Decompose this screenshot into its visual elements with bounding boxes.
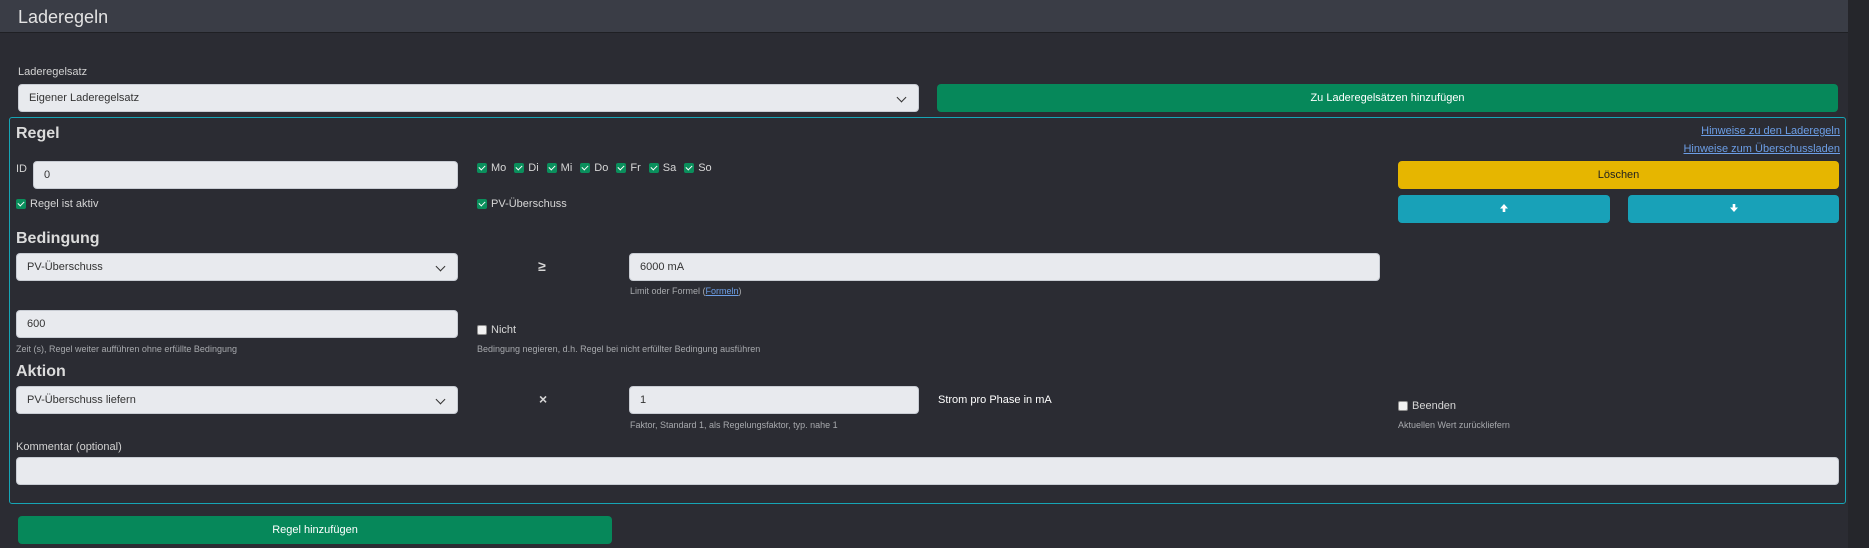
weekday-label: Mo: [491, 162, 507, 174]
comment-label: Kommentar (optional): [16, 441, 122, 453]
weekday-checkbox-mi[interactable]: Mi: [546, 162, 573, 174]
link-surplus-hints[interactable]: Hinweise zum Überschussladen: [1683, 143, 1840, 155]
condition-limit-help-text: Limit oder Formel (: [630, 286, 706, 296]
condition-time-help: Zeit (s), Regel weiter aufführen ohne er…: [16, 344, 237, 354]
condition-limit-value: 6000 mA: [640, 261, 685, 273]
negate-help: Bedingung negieren, d.h. Regel bei nicht…: [477, 344, 761, 354]
condition-time-value: 600: [27, 318, 46, 330]
condition-limit-help: Limit oder Formel (Formeln): [630, 286, 742, 296]
checkbox-checked-icon[interactable]: [16, 199, 26, 209]
id-label: ID: [16, 163, 27, 175]
checkbox-unchecked-icon[interactable]: [1398, 401, 1408, 411]
action-heading: Aktion: [16, 363, 66, 380]
rule-active-label: Regel ist aktiv: [30, 198, 99, 210]
weekday-checkbox-so[interactable]: So: [684, 162, 712, 174]
condition-select[interactable]: PV-Überschuss: [16, 253, 458, 281]
greater-equal-icon: ≥: [538, 258, 546, 274]
condition-heading: Bedingung: [16, 230, 100, 247]
action-select[interactable]: PV-Überschuss liefern: [16, 386, 458, 414]
comment-input[interactable]: [16, 457, 1839, 485]
id-input-value: 0: [44, 169, 51, 181]
pv-surplus-label: PV-Überschuss: [491, 198, 567, 210]
move-down-button[interactable]: [1628, 195, 1839, 223]
action-unit-label: Strom pro Phase in mA: [938, 394, 1052, 406]
condition-limit-help-end: ): [738, 286, 742, 296]
end-help: Aktuellen Wert zurückliefern: [1398, 420, 1510, 430]
weekday-label: So: [698, 162, 712, 174]
id-input[interactable]: 0: [33, 161, 458, 189]
condition-select-value: PV-Überschuss: [27, 261, 103, 273]
pv-surplus-checkbox[interactable]: PV-Überschuss: [477, 198, 567, 210]
formulas-link[interactable]: Formeln: [706, 286, 739, 296]
multiply-icon: ×: [539, 391, 548, 407]
weekday-label: Do: [594, 162, 609, 174]
action-select-value: PV-Überschuss liefern: [27, 394, 136, 406]
checkbox-checked-icon[interactable]: [546, 163, 557, 173]
weekday-checkbox-di[interactable]: Di: [514, 162, 539, 174]
link-rules-hints[interactable]: Hinweise zu den Laderegeln: [1701, 125, 1840, 137]
weekday-checkboxes: Mo Di Mi Do Fr Sa So: [477, 162, 720, 174]
add-to-rulesets-button[interactable]: Zu Laderegelsätzen hinzufügen: [937, 84, 1838, 112]
checkbox-unchecked-icon[interactable]: [477, 325, 487, 335]
weekday-checkbox-fr[interactable]: Fr: [616, 162, 641, 174]
link-surplus-hints-text[interactable]: Hinweise zum Überschussladen: [1683, 143, 1840, 155]
page-header: Laderegeln: [0, 0, 1848, 33]
link-rules-hints-text[interactable]: Hinweise zu den Laderegeln: [1701, 125, 1840, 137]
page-title: Laderegeln: [18, 7, 109, 27]
end-label: Beenden: [1412, 400, 1457, 412]
ruleset-select[interactable]: Eigener Laderegelsatz: [18, 84, 919, 112]
delete-button[interactable]: Löschen: [1398, 161, 1839, 189]
negate-label: Nicht: [491, 324, 517, 336]
add-to-rulesets-label: Zu Laderegelsätzen hinzufügen: [1310, 92, 1465, 104]
weekday-label: Fr: [630, 162, 641, 174]
checkbox-checked-icon[interactable]: [477, 163, 487, 173]
ruleset-label: Laderegelsatz: [18, 66, 88, 78]
scrollbar-track[interactable]: [1848, 0, 1869, 548]
add-rule-button[interactable]: Regel hinzufügen: [18, 516, 612, 544]
condition-limit-input[interactable]: 6000 mA: [629, 253, 1380, 281]
checkbox-checked-icon[interactable]: [477, 199, 487, 209]
weekday-checkbox-mo[interactable]: Mo: [477, 162, 506, 174]
checkbox-checked-icon[interactable]: [684, 163, 695, 173]
action-factor-value: 1: [640, 394, 647, 406]
arrow-down-icon: [1729, 203, 1739, 216]
move-up-button[interactable]: [1398, 195, 1610, 223]
rule-active-checkbox[interactable]: Regel ist aktiv: [16, 198, 98, 210]
rule-heading: Regel: [16, 125, 60, 142]
arrow-up-icon: [1499, 203, 1509, 216]
end-checkbox[interactable]: Beenden: [1398, 400, 1456, 412]
delete-button-label: Löschen: [1597, 169, 1640, 181]
checkbox-checked-icon[interactable]: [648, 163, 659, 173]
weekday-checkbox-sa[interactable]: Sa: [648, 162, 677, 174]
weekday-label: Mi: [560, 162, 573, 174]
ruleset-select-value: Eigener Laderegelsatz: [29, 92, 140, 104]
negate-checkbox[interactable]: Nicht: [477, 324, 516, 336]
weekday-label: Sa: [662, 162, 677, 174]
checkbox-checked-icon[interactable]: [580, 163, 591, 173]
action-factor-help: Faktor, Standard 1, als Regelungsfaktor,…: [630, 420, 838, 430]
checkbox-checked-icon[interactable]: [514, 163, 525, 173]
action-factor-input[interactable]: 1: [629, 386, 919, 414]
condition-time-input[interactable]: 600: [16, 310, 458, 338]
weekday-label: Di: [528, 162, 539, 174]
weekday-checkbox-do[interactable]: Do: [580, 162, 608, 174]
checkbox-checked-icon[interactable]: [616, 163, 627, 173]
add-rule-label: Regel hinzufügen: [272, 524, 358, 536]
